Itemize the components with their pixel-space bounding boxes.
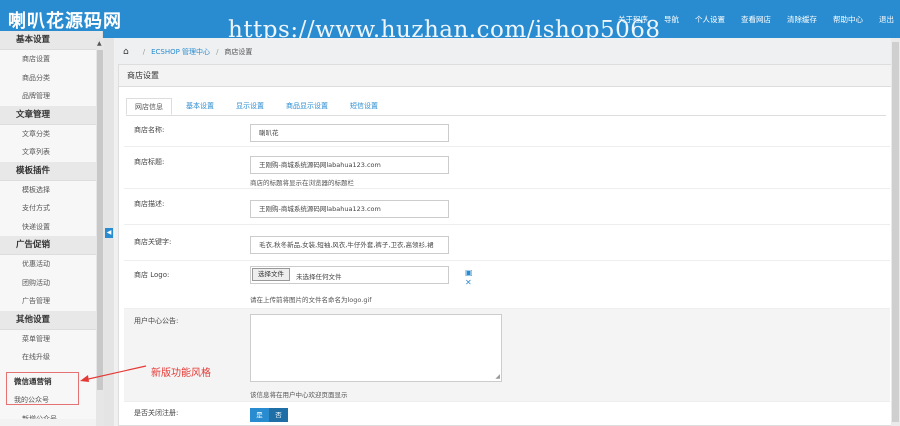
nav-clear-cache[interactable]: 清除缓存 — [787, 14, 817, 25]
sidebar-item-article-list[interactable]: 文章列表 — [0, 143, 102, 162]
breadcrumb-separator: / — [142, 48, 146, 56]
breadcrumb-separator: / — [216, 48, 219, 56]
sidebar-item-template-select[interactable]: 模板选择 — [0, 181, 102, 200]
tab-shop-info[interactable]: 网店信息 — [126, 98, 172, 115]
nav-view-shop[interactable]: 查看网店 — [741, 14, 771, 25]
annotation-highlight-box — [6, 372, 79, 405]
label-close-register: 是否关闭注册: — [134, 409, 179, 417]
input-shop-name[interactable]: 喇叭花 — [250, 124, 449, 142]
sidebar-item-brands[interactable]: 品牌管理 — [0, 87, 102, 106]
home-icon[interactable]: ⌂ — [123, 47, 129, 57]
nav-guide[interactable]: 导航 — [664, 14, 679, 25]
sidebar-group-title[interactable]: 基本设置 — [0, 31, 102, 50]
breadcrumb: ⌂ / ECSHOP 管理中心 / 商店设置 — [123, 44, 252, 60]
choose-file-button[interactable]: 选择文件 — [252, 268, 290, 281]
hint-logo: 请在上传前将图片的文件名命名为logo.gif — [250, 296, 372, 304]
sidebar-group-promotions: 广告促销 优惠活动 团购活动 广告管理 — [0, 236, 102, 311]
sidebar-item-add-account[interactable]: 新增公众号 — [0, 410, 102, 420]
toggle-no[interactable]: 否 — [269, 408, 288, 422]
main-scroll-thumb[interactable] — [892, 42, 899, 422]
label-keywords: 商店关键字: — [134, 238, 172, 246]
annotation-note: 新版功能风格 — [151, 368, 211, 379]
form-row-logo: 商店 Logo: 选择文件 未选择任何文件 ▣ ✕ 请在上传前将图片的文件名命名… — [124, 261, 890, 309]
label-shop-desc: 商店描述: — [134, 200, 165, 208]
sidebar-scroll-thumb[interactable] — [97, 50, 103, 390]
nav-help[interactable]: 帮助中心 — [833, 14, 863, 25]
panel-title: 商店设置 — [119, 65, 891, 87]
collapse-arrow-icon[interactable]: ◀ — [105, 228, 113, 238]
hint-shop-title: 商店的标题将显示在浏览器的标题栏 — [250, 179, 354, 187]
tab-display[interactable]: 显示设置 — [228, 98, 272, 115]
close-register-toggle: 是 否 — [250, 408, 288, 422]
form-row-close-register: 是否关闭注册: 是 否 — [124, 402, 890, 426]
nav-personal-settings[interactable]: 个人设置 — [695, 14, 725, 25]
top-nav: 关于程序 导航 个人设置 查看网店 清除缓存 帮助中心 退出 — [602, 0, 894, 38]
main-content: ⌂ / ECSHOP 管理中心 / 商店设置 商店设置 网店信息 基本设置 显示… — [115, 38, 900, 426]
input-keywords[interactable]: 毛衣,秋冬新品,女装,短袖,风衣,牛仔外套,裤子,卫衣,高领衫,裙 — [250, 236, 449, 254]
sidebar-item-categories[interactable]: 商品分类 — [0, 69, 102, 88]
sidebar-group-templates: 模板插件 模板选择 支付方式 快递设置 — [0, 161, 102, 237]
tab-divider — [126, 115, 886, 116]
form-row-user-notice: 用户中心公告: ◢ 该信息将在用户中心欢迎页面显示 — [124, 309, 890, 402]
label-shop-name: 商店名称: — [134, 126, 165, 134]
form-row-shop-title: 商店标题: 王刚购-商城系统源码网labahua123.com 商店的标题将显示… — [124, 147, 890, 189]
settings-tabs: 网店信息 基本设置 显示设置 商品显示设置 短信设置 — [126, 98, 392, 115]
resize-grip-icon[interactable]: ◢ — [495, 373, 500, 380]
sidebar-item-payment[interactable]: 支付方式 — [0, 199, 102, 218]
label-shop-title: 商店标题: — [134, 158, 165, 166]
sidebar-group-other: 其他设置 菜单管理 在线升级 — [0, 310, 102, 367]
scroll-up-icon[interactable]: ▲ — [97, 40, 102, 47]
logo-actions: ▣ ✕ — [465, 268, 473, 288]
label-user-notice: 用户中心公告: — [134, 317, 179, 325]
sidebar-item-shop-settings[interactable]: 商店设置 — [0, 50, 102, 69]
form-row-keywords: 商店关键字: 毛衣,秋冬新品,女装,短袖,风衣,牛仔外套,裤子,卫衣,高领衫,裙 — [124, 225, 890, 261]
app-logo: 喇叭花源码网 — [8, 11, 122, 32]
annotation-arrow-icon — [80, 365, 147, 382]
file-status-text: 未选择任何文件 — [296, 273, 342, 281]
form-row-shop-name: 商店名称: 喇叭花 — [124, 119, 890, 147]
delete-icon[interactable]: ✕ — [465, 278, 473, 288]
top-bar: 喇叭花源码网 关于程序 导航 个人设置 查看网店 清除缓存 帮助中心 退出 ht… — [0, 0, 900, 43]
sidebar-group-articles: 文章管理 文章分类 文章列表 — [0, 105, 102, 162]
sidebar-item-shipping[interactable]: 快递设置 — [0, 218, 102, 237]
input-shop-title[interactable]: 王刚购-商城系统源码网labahua123.com — [250, 156, 449, 174]
sidebar-group-title[interactable]: 模板插件 — [0, 161, 102, 181]
sidebar-group-title[interactable]: 其他设置 — [0, 310, 102, 330]
form-row-shop-desc: 商店描述: 王刚购-商城系统源码网labahua123.com — [124, 189, 890, 225]
nav-about[interactable]: 关于程序 — [618, 14, 648, 25]
image-preview-icon[interactable]: ▣ — [465, 268, 473, 278]
settings-panel: 商店设置 网店信息 基本设置 显示设置 商品显示设置 短信设置 商店名称: 喇叭… — [118, 64, 892, 426]
tab-goods-display[interactable]: 商品显示设置 — [278, 98, 336, 115]
sidebar-item-menu-management[interactable]: 菜单管理 — [0, 330, 102, 349]
sidebar-item-group-buy[interactable]: 团购活动 — [0, 274, 102, 293]
textarea-user-notice[interactable]: ◢ — [250, 314, 502, 382]
breadcrumb-admin[interactable]: ECSHOP 管理中心 — [151, 47, 210, 57]
input-shop-desc[interactable]: 王刚购-商城系统源码网labahua123.com — [250, 200, 449, 218]
tab-sms[interactable]: 短信设置 — [342, 98, 386, 115]
breadcrumb-current: 商店设置 — [224, 48, 253, 56]
sidebar-item-discounts[interactable]: 优惠活动 — [0, 255, 102, 274]
nav-logout[interactable]: 退出 — [879, 14, 894, 25]
label-logo: 商店 Logo: — [134, 271, 170, 279]
sidebar-group-title[interactable]: 文章管理 — [0, 105, 102, 125]
sidebar-group-title[interactable]: 广告促销 — [0, 236, 102, 255]
sidebar-item-article-categories[interactable]: 文章分类 — [0, 125, 102, 144]
toggle-yes[interactable]: 是 — [250, 408, 269, 422]
hint-user-notice: 该信息将在用户中心欢迎页面显示 — [250, 391, 348, 399]
main-scrollbar[interactable] — [891, 38, 900, 426]
tab-basic[interactable]: 基本设置 — [178, 98, 222, 115]
sidebar-group-basic: 基本设置 商店设置 商品分类 品牌管理 — [0, 31, 102, 106]
sidebar-item-ads[interactable]: 广告管理 — [0, 292, 102, 311]
